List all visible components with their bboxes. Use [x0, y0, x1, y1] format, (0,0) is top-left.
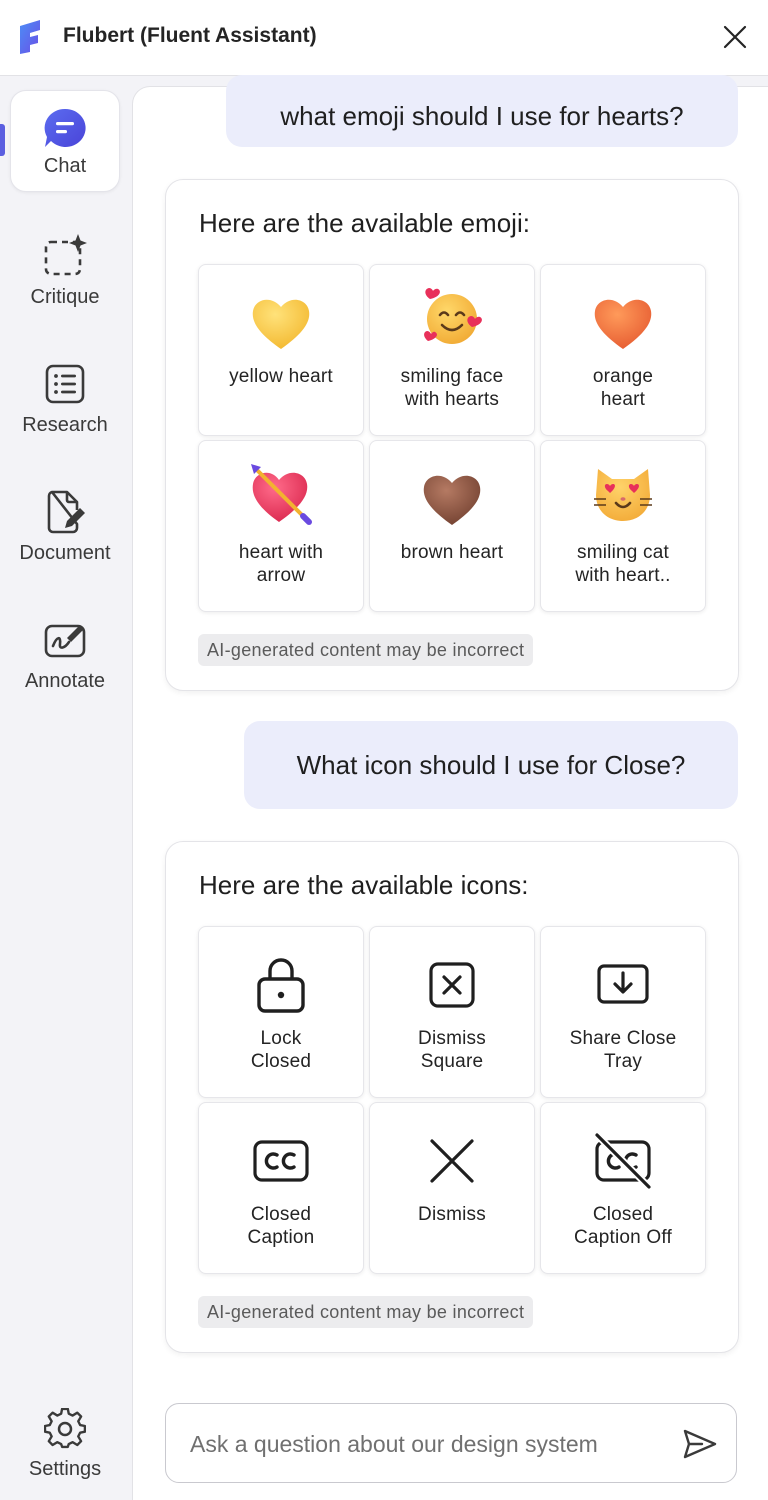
emoji-tile-yellow-heart[interactable]: yellow heart: [198, 264, 364, 436]
smiling-face-with-hearts-emoji: [424, 288, 482, 344]
ai-disclaimer: AI-generated content may be incorrect: [198, 1296, 534, 1328]
icon-tile-lock-closed[interactable]: Lock Closed: [198, 926, 364, 1098]
tile-label: smiling cat with heart..: [575, 542, 671, 586]
close-window-button[interactable]: [716, 18, 754, 56]
sidebar-item-label: Document: [19, 542, 111, 564]
closed-caption-off-icon: [593, 1132, 653, 1190]
user-message: what emoji should I use for hearts?: [226, 75, 738, 147]
icon-tile-dismiss-square[interactable]: Dismiss Square: [369, 926, 535, 1098]
tile-label: Closed Caption Off: [574, 1204, 672, 1248]
sidebar-item-label: Settings: [28, 1458, 102, 1480]
closed-caption-icon: [253, 1140, 309, 1182]
document-icon: [47, 490, 85, 534]
tile-label: Share Close Tray: [569, 1028, 677, 1072]
icon-tile-share-close-tray[interactable]: Share Close Tray: [540, 926, 706, 1098]
chat-panel: what emoji should I use for hearts? Here…: [132, 75, 768, 1500]
tile-label: heart with arrow: [238, 542, 324, 586]
app-title: Flubert (Fluent Assistant): [63, 24, 317, 47]
emoji-tile-smiling-cat-with-heart-eyes[interactable]: smiling cat with heart..: [540, 440, 706, 612]
chat-icon: [44, 108, 86, 147]
assistant-reply-card: Here are the available icons: Lock Close…: [165, 841, 739, 1353]
research-icon: [45, 364, 85, 404]
sidebar-item-label: Critique: [30, 286, 100, 308]
user-message-text: What icon should I use for Close?: [296, 749, 686, 780]
tile-label: orange heart: [592, 366, 654, 410]
heart-with-arrow-emoji: [251, 464, 312, 525]
user-message: What icon should I use for Close?: [244, 721, 738, 809]
emoji-tile-orange-heart[interactable]: orange heart: [540, 264, 706, 436]
title-bar: Flubert (Fluent Assistant): [0, 0, 768, 76]
tile-label: Closed Caption: [247, 1204, 315, 1248]
reply-title: Here are the available emoji:: [199, 208, 530, 238]
icon-tile-closed-caption-off[interactable]: Closed Caption Off: [540, 1102, 706, 1274]
sidebar-item-label: Research: [22, 414, 108, 436]
tile-label: Dismiss: [418, 1204, 486, 1225]
sidebar-item-label: Annotate: [24, 670, 106, 692]
dismiss-icon: [430, 1139, 474, 1183]
tile-label: Lock Closed: [250, 1028, 312, 1072]
annotate-icon: [44, 624, 86, 658]
dismiss-square-icon: [429, 962, 475, 1008]
tile-label: yellow heart: [229, 366, 333, 387]
sidebar-item-document[interactable]: Document: [10, 474, 120, 576]
icon-tile-dismiss[interactable]: Dismiss: [369, 1102, 535, 1274]
emoji-tile-heart-with-arrow[interactable]: heart with arrow: [198, 440, 364, 612]
send-icon: [683, 1429, 717, 1459]
gear-icon: [44, 1408, 86, 1449]
sidebar-item-critique[interactable]: Critique: [10, 218, 120, 320]
smiling-cat-with-heart-eyes-emoji: [594, 469, 652, 521]
share-close-tray-icon: [597, 964, 649, 1004]
sidebar-item-settings[interactable]: Settings: [10, 1392, 120, 1488]
sidebar-item-chat[interactable]: Chat: [10, 90, 120, 192]
tile-label: smiling face with hearts: [400, 366, 504, 410]
yellow-heart-emoji: [252, 299, 310, 349]
tile-label: brown heart: [400, 542, 504, 563]
sidebar-item-research[interactable]: Research: [10, 346, 120, 448]
tile-label: Dismiss Square: [418, 1028, 486, 1072]
icon-tile-closed-caption[interactable]: Closed Caption: [198, 1102, 364, 1274]
send-button[interactable]: [678, 1422, 722, 1466]
assistant-reply-card: Here are the available emoji: yellow hea…: [165, 179, 739, 691]
orange-heart-emoji: [594, 299, 652, 349]
emoji-tile-smiling-face-with-hearts[interactable]: smiling face with hearts: [369, 264, 535, 436]
reply-title: Here are the available icons:: [199, 870, 529, 900]
question-input[interactable]: [190, 1424, 660, 1464]
user-message-text: what emoji should I use for hearts?: [280, 100, 684, 131]
close-icon: [723, 25, 747, 49]
critique-icon: [44, 234, 87, 276]
message-composer: [165, 1403, 737, 1483]
lock-closed-icon: [257, 958, 305, 1013]
app-logo-icon: [20, 20, 40, 54]
ai-disclaimer: AI-generated content may be incorrect: [198, 634, 534, 666]
active-nav-indicator: [0, 124, 5, 156]
sidebar-item-label: Chat: [43, 155, 87, 177]
sidebar-item-annotate[interactable]: Annotate: [10, 602, 120, 704]
emoji-tile-brown-heart[interactable]: brown heart: [369, 440, 535, 612]
brown-heart-emoji: [423, 475, 481, 525]
